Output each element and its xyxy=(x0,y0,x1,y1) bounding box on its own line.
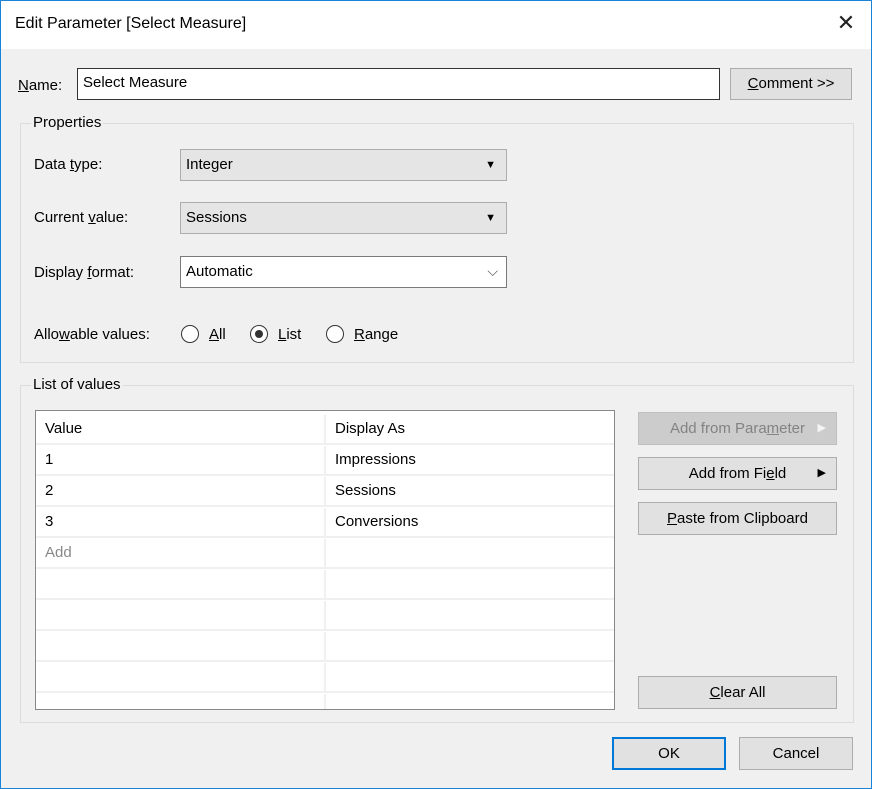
empty-cell xyxy=(36,570,326,598)
add-placeholder[interactable]: Add xyxy=(36,539,326,567)
radio-list[interactable] xyxy=(250,325,268,343)
empty-cell xyxy=(36,694,326,709)
empty-row xyxy=(36,632,614,662)
radio-range[interactable] xyxy=(326,325,344,343)
cell-value[interactable]: 3 xyxy=(36,508,326,536)
cell-value[interactable]: 1 xyxy=(36,446,326,474)
allowable-values-label: Allowable values: xyxy=(34,326,150,343)
empty-row xyxy=(36,663,614,693)
list-of-values-title: List of values xyxy=(31,376,123,393)
clear-all-button[interactable]: Clear All xyxy=(638,676,837,709)
data-type-dropdown[interactable]: Integer ▼ xyxy=(180,149,507,181)
table-row[interactable]: 3 Conversions xyxy=(36,508,614,538)
empty-cell xyxy=(36,632,326,660)
empty-row xyxy=(36,570,614,600)
table-header: Value Display As xyxy=(36,415,614,445)
empty-row xyxy=(36,601,614,631)
cell-display-as[interactable]: Conversions xyxy=(326,508,614,536)
name-label: Name: xyxy=(18,77,63,94)
table-row[interactable]: 2 Sessions xyxy=(36,477,614,507)
name-input[interactable]: Select Measure xyxy=(77,68,720,100)
data-type-value: Integer xyxy=(186,156,233,173)
cell-display-as-empty[interactable] xyxy=(326,539,614,567)
add-from-parameter-button[interactable]: Add from Parameter ▶ xyxy=(638,412,837,445)
chevron-down-icon: ⌵ xyxy=(487,263,498,279)
add-from-field-button[interactable]: Add from Field ▶ xyxy=(638,457,837,490)
empty-cell xyxy=(36,601,326,629)
close-icon[interactable]: ✕ xyxy=(835,11,857,35)
radio-all-label[interactable]: All xyxy=(209,326,226,343)
display-format-value: Automatic xyxy=(186,263,253,280)
comment-button[interactable]: Comment >> xyxy=(730,68,852,100)
empty-cell xyxy=(36,663,326,691)
column-header-value[interactable]: Value xyxy=(36,415,326,443)
dropdown-arrow-icon: ▼ xyxy=(485,212,496,224)
cell-value[interactable]: 2 xyxy=(36,477,326,505)
ok-button[interactable]: OK xyxy=(612,737,726,770)
current-value-value: Sessions xyxy=(186,209,247,226)
empty-row xyxy=(36,694,614,709)
radio-all[interactable] xyxy=(181,325,199,343)
display-format-label: Display format: xyxy=(34,264,135,281)
dialog-title: Edit Parameter [Select Measure] xyxy=(15,15,247,32)
data-type-label: Data type: xyxy=(34,156,103,173)
properties-title: Properties xyxy=(31,114,104,131)
current-value-dropdown[interactable]: Sessions ▼ xyxy=(180,202,507,234)
cancel-button[interactable]: Cancel xyxy=(739,737,853,770)
add-row[interactable]: Add xyxy=(36,539,614,569)
cell-display-as[interactable]: Sessions xyxy=(326,477,614,505)
table-row[interactable]: 1 Impressions xyxy=(36,446,614,476)
title-bar: Edit Parameter [Select Measure] ✕ xyxy=(1,1,871,49)
submenu-arrow-icon: ▶ xyxy=(817,422,826,434)
current-value-label: Current value: xyxy=(34,209,129,226)
values-table: Value Display As 1 Impressions 2 Session… xyxy=(35,410,615,710)
edit-parameter-dialog: Edit Parameter [Select Measure] ✕ Name: … xyxy=(0,0,872,789)
paste-from-clipboard-button[interactable]: Paste from Clipboard xyxy=(638,502,837,535)
radio-list-label[interactable]: List xyxy=(278,326,301,343)
radio-range-label[interactable]: Range xyxy=(354,326,398,343)
display-format-dropdown[interactable]: Automatic ⌵ xyxy=(180,256,507,288)
cell-display-as[interactable]: Impressions xyxy=(326,446,614,474)
column-header-display-as[interactable]: Display As xyxy=(326,415,614,443)
submenu-arrow-icon: ▶ xyxy=(817,467,826,479)
dropdown-arrow-icon: ▼ xyxy=(485,159,496,171)
